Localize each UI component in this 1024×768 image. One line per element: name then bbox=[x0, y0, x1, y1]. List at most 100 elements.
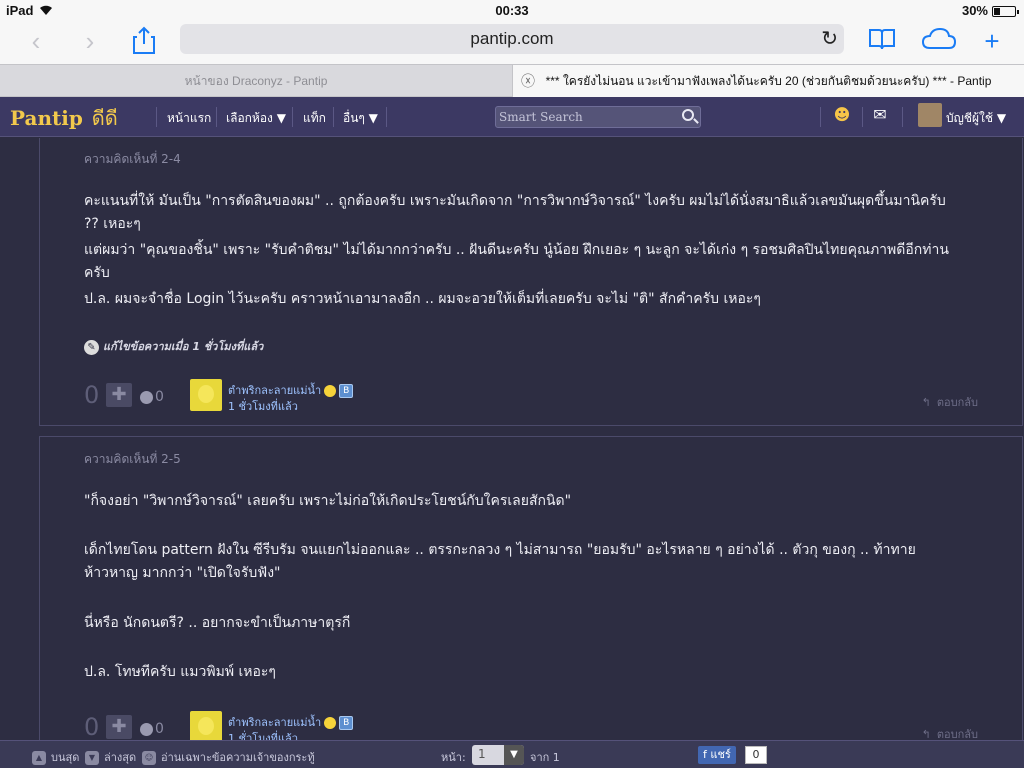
edit-note-text: แก้ไขข้อความเมื่อ 1 ชั่วโมงที่แล้ว bbox=[103, 340, 264, 353]
page-select-value: 1 bbox=[478, 747, 486, 761]
comment-card: ความคิดเห็นที่ 2-5 "ก็จงอย่า "วิพากษ์วิจ… bbox=[39, 436, 1023, 740]
page-select[interactable]: 1 ▼ bbox=[472, 745, 524, 765]
smiley-icon bbox=[324, 717, 337, 729]
search-icon[interactable] bbox=[682, 109, 694, 121]
vote-count: 0 bbox=[84, 713, 100, 740]
post-time: 1 ชั่วโมงที่แล้ว bbox=[228, 732, 298, 740]
reload-icon[interactable]: ↻ bbox=[821, 26, 838, 51]
pantip-navbar: Pantip ดีดี หน้าแรก เลือกห้อง ▼ แท็ก อื่… bbox=[0, 97, 1024, 137]
comment-paragraph: คะแนนที่ให้ มันเป็น "การตัดสินของผม" .. … bbox=[84, 193, 946, 232]
comment-paragraph: ป.ล. โทษทีครับ แมวพิมพ์ เหอะๆ bbox=[84, 664, 276, 680]
post-time: 1 ชั่วโมงที่แล้ว bbox=[228, 400, 298, 413]
nav-others[interactable]: อื่นๆ ▼ bbox=[343, 109, 378, 128]
comment-paragraph: แต่ผมว่า "คุณของชิ้น" เพราะ "รับคำติชม" … bbox=[84, 242, 949, 281]
new-tab-icon[interactable]: + bbox=[976, 26, 1008, 58]
user-icon: ☺ bbox=[142, 751, 156, 765]
comment-paragraph: "ก็จงอย่า "วิพากษ์วิจารณ์" เลยครับ เพราะ… bbox=[84, 493, 572, 509]
author-name[interactable]: ตำพริกละลายแม่น้ำ bbox=[228, 384, 321, 397]
share-count: 0 bbox=[745, 746, 767, 764]
author-avatar[interactable] bbox=[190, 711, 222, 740]
scroll-bottom-button[interactable]: ▼ ล่างสุด bbox=[85, 748, 136, 766]
vote-count: 0 bbox=[84, 381, 100, 409]
pantip-logo[interactable]: Pantip ดีดี bbox=[10, 102, 118, 134]
arrow-up-icon: ▲ bbox=[32, 751, 46, 765]
page-label: หน้า: bbox=[441, 751, 466, 764]
battery-icon bbox=[992, 6, 1019, 17]
scroll-top-label: บนสุด bbox=[51, 751, 80, 764]
scroll-bottom-label: ล่างสุด bbox=[104, 751, 137, 764]
chevron-down-icon: ▼ bbox=[504, 745, 524, 765]
url-text: pantip.com bbox=[470, 29, 554, 48]
reply-label: ตอบกลับ bbox=[936, 728, 978, 740]
topic-bottom-bar: ▲ บนสุด ▼ ล่างสุด ☺ อ่านเฉพาะข้อความเจ้าของ… bbox=[0, 740, 1024, 768]
account-menu[interactable]: บัญชีผู้ใช้ ▼ bbox=[946, 109, 1006, 128]
back-icon[interactable]: ‹ bbox=[20, 26, 52, 58]
forward-icon[interactable]: › bbox=[74, 26, 106, 58]
bookmarks-icon[interactable] bbox=[866, 26, 898, 58]
tab-draconyz[interactable]: หน้าของ Draconyz - Pantip bbox=[0, 65, 512, 97]
author-avatar[interactable] bbox=[190, 379, 222, 411]
search-placeholder: Smart Search bbox=[499, 110, 583, 124]
smiley-icon bbox=[324, 385, 337, 397]
logo-text: Pantip bbox=[10, 106, 83, 130]
owner-only-toggle[interactable]: ☺ อ่านเฉพาะข้อความเจ้าของกระทู้ bbox=[142, 748, 315, 766]
reply-button[interactable]: ↰ ตอบกลับ bbox=[922, 725, 978, 740]
battery-percent: 30% bbox=[961, 3, 988, 18]
emotion-icon[interactable]: ☻ bbox=[822, 105, 862, 129]
nav-divider bbox=[902, 107, 903, 127]
edit-clock-icon: ✎ bbox=[84, 339, 99, 355]
edit-note: ✎ แก้ไขข้อความเมื่อ 1 ชั่วโมงที่แล้ว bbox=[84, 337, 263, 355]
emotion-count[interactable]: 0 bbox=[140, 389, 164, 405]
topic-content: ความคิดเห็นที่ 2-4 คะแนนที่ให้ มันเป็น "… bbox=[0, 138, 1024, 740]
emotion-count[interactable]: 0 bbox=[140, 721, 164, 737]
emotion-count-value: 0 bbox=[155, 389, 164, 405]
clock: 00:33 bbox=[495, 3, 529, 18]
comment-paragraph: นี่หรือ นักดนตรี? .. อยากจะขำเป็นภาษาตุร… bbox=[84, 615, 351, 631]
nav-divider bbox=[386, 107, 387, 127]
arrow-down-icon: ▼ bbox=[85, 751, 99, 765]
avatar[interactable] bbox=[918, 103, 942, 127]
logo-glyph: ดีดี bbox=[91, 106, 118, 130]
tab-current-title: *** ใครยังไม่นอน แวะเข้ามาฟังเพลงได้นะคร… bbox=[545, 74, 992, 88]
reply-label: ตอบกลับ bbox=[936, 396, 978, 409]
nav-choose-room[interactable]: เลือกห้อง ▼ bbox=[226, 109, 286, 128]
comment-paragraph: เด็กไทยโดน pattern ฝังใน ซีรีบรัม จนแยกไ… bbox=[84, 542, 916, 581]
vote-plus-button[interactable]: ✚ bbox=[106, 383, 132, 407]
reply-arrow-icon: ↰ bbox=[921, 728, 931, 740]
nav-divider bbox=[216, 107, 217, 127]
close-tab-icon[interactable]: ⓧ bbox=[521, 65, 535, 97]
comment-footer: 0 ✚ 0 ตำพริกละลายแม่น้ำ B 1 ชั่วโมงที่แล้… bbox=[84, 379, 984, 419]
emotion-count-value: 0 bbox=[155, 721, 164, 737]
nav-divider bbox=[292, 107, 293, 127]
smart-search-input[interactable]: Smart Search bbox=[495, 106, 701, 128]
nav-tags[interactable]: แท็ก bbox=[303, 109, 326, 128]
page-total: จาก 1 bbox=[530, 751, 560, 764]
share-icon[interactable] bbox=[128, 26, 160, 58]
blogger-badge-icon: B bbox=[339, 384, 354, 398]
comment-paragraph: ป.ล. ผมจะจำชื่อ Login ไว้นะครับ คราวหน้า… bbox=[84, 291, 761, 307]
browser-toolbar: ‹ › pantip.com ↻ + bbox=[0, 22, 1024, 64]
comment-number: ความคิดเห็นที่ 2-5 bbox=[84, 452, 181, 466]
emotion-icon bbox=[140, 722, 153, 736]
nav-home[interactable]: หน้าแรก bbox=[167, 109, 211, 128]
comment-number: ความคิดเห็นที่ 2-4 bbox=[84, 152, 181, 166]
vote-plus-button[interactable]: ✚ bbox=[106, 715, 132, 739]
blogger-badge-icon: B bbox=[339, 716, 354, 730]
owner-only-label: อ่านเฉพาะข้อความเจ้าของกระทู้ bbox=[161, 751, 315, 764]
facebook-share-label: แชร์ bbox=[710, 748, 731, 761]
nav-divider bbox=[156, 107, 157, 127]
mail-icon[interactable]: ✉ bbox=[860, 105, 900, 129]
scroll-top-button[interactable]: ▲ บนสุด bbox=[32, 748, 79, 766]
facebook-share-button[interactable]: f แชร์ bbox=[698, 746, 736, 764]
emotion-icon bbox=[140, 390, 153, 404]
nav-divider bbox=[820, 107, 821, 127]
ios-status-bar: iPad 00:33 30% bbox=[0, 0, 1024, 22]
reply-button[interactable]: ↰ ตอบกลับ bbox=[922, 393, 978, 411]
comment-footer: 0 ✚ 0 ตำพริกละลายแม่น้ำ B 1 ชั่วโมงที่แล้… bbox=[84, 711, 984, 740]
nav-divider bbox=[333, 107, 334, 127]
reply-arrow-icon: ↰ bbox=[921, 396, 931, 409]
author-name[interactable]: ตำพริกละลายแม่น้ำ bbox=[228, 716, 321, 729]
tab-current[interactable]: ⓧ *** ใครยังไม่นอน แวะเข้ามาฟังเพลงได้นะ… bbox=[512, 65, 1024, 97]
icloud-tabs-icon[interactable] bbox=[921, 26, 957, 58]
address-bar[interactable]: pantip.com ↻ bbox=[180, 24, 844, 54]
